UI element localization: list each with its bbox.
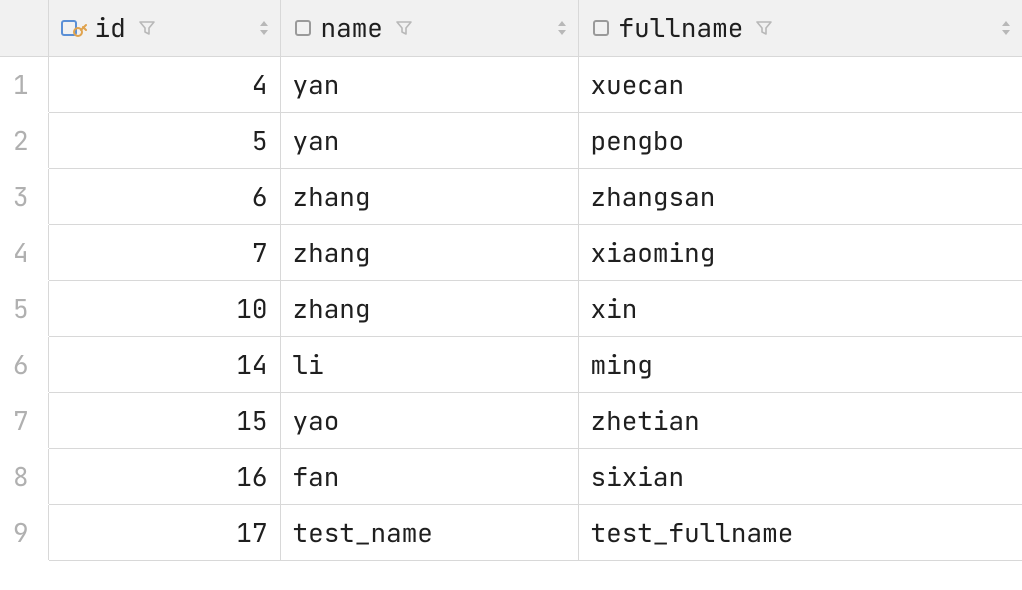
cell-value: 7 xyxy=(49,235,280,270)
row-number[interactable]: 3 xyxy=(0,168,48,224)
cell-name[interactable]: li xyxy=(280,336,578,392)
cell-id[interactable]: 17 xyxy=(48,504,280,560)
row-number[interactable]: 7 xyxy=(0,392,48,448)
cell-value: li xyxy=(281,347,578,382)
gutter-header xyxy=(0,0,48,56)
cell-fullname[interactable]: zhangsan xyxy=(578,168,1022,224)
cell-id[interactable]: 7 xyxy=(48,224,280,280)
cell-value: yan xyxy=(281,123,578,158)
cell-value: xuecan xyxy=(579,67,1022,102)
filter-icon[interactable] xyxy=(755,19,773,37)
cell-fullname[interactable]: pengbo xyxy=(578,112,1022,168)
cell-value: zhang xyxy=(281,291,578,326)
row-number[interactable]: 4 xyxy=(0,224,48,280)
cell-value: 6 xyxy=(49,179,280,214)
cell-value: test_name xyxy=(281,515,578,550)
cell-value: 15 xyxy=(49,403,280,438)
cell-id[interactable]: 14 xyxy=(48,336,280,392)
table-row[interactable]: 816fansixian xyxy=(0,448,1022,504)
row-number[interactable]: 9 xyxy=(0,504,48,560)
cell-value: ming xyxy=(579,347,1022,382)
cell-value: 4 xyxy=(49,67,280,102)
cell-value: zhang xyxy=(281,235,578,270)
cell-value: sixian xyxy=(579,459,1022,494)
cell-id[interactable]: 5 xyxy=(48,112,280,168)
row-number[interactable]: 1 xyxy=(0,56,48,112)
cell-value: zhang xyxy=(281,179,578,214)
cell-name[interactable]: fan xyxy=(280,448,578,504)
cell-id[interactable]: 4 xyxy=(48,56,280,112)
cell-value: pengbo xyxy=(579,123,1022,158)
column-header-fullname[interactable]: fullname xyxy=(578,0,1022,56)
cell-value: 14 xyxy=(49,347,280,382)
cell-name[interactable]: zhang xyxy=(280,280,578,336)
row-number[interactable]: 6 xyxy=(0,336,48,392)
table-row[interactable]: 25yanpengbo xyxy=(0,112,1022,168)
cell-value: yan xyxy=(281,67,578,102)
row-number[interactable]: 8 xyxy=(0,448,48,504)
table-row[interactable]: 47zhangxiaoming xyxy=(0,224,1022,280)
cell-name[interactable]: zhang xyxy=(280,168,578,224)
filter-icon[interactable] xyxy=(395,19,413,37)
column-icon xyxy=(293,18,313,38)
column-label: fullname xyxy=(619,10,744,45)
sort-icon[interactable] xyxy=(556,19,568,37)
filter-icon[interactable] xyxy=(138,19,156,37)
cell-id[interactable]: 15 xyxy=(48,392,280,448)
cell-name[interactable]: yao xyxy=(280,392,578,448)
cell-id[interactable]: 6 xyxy=(48,168,280,224)
sort-icon[interactable] xyxy=(1000,19,1012,37)
cell-name[interactable]: yan xyxy=(280,56,578,112)
cell-fullname[interactable]: ming xyxy=(578,336,1022,392)
table-row[interactable]: 36zhangzhangsan xyxy=(0,168,1022,224)
cell-fullname[interactable]: xin xyxy=(578,280,1022,336)
cell-value: 10 xyxy=(49,291,280,326)
column-header-id[interactable]: id xyxy=(48,0,280,56)
column-header-name[interactable]: name xyxy=(280,0,578,56)
cell-value: fan xyxy=(281,459,578,494)
cell-value: zhangsan xyxy=(579,179,1022,214)
cell-id[interactable]: 10 xyxy=(48,280,280,336)
header-row: id xyxy=(0,0,1022,56)
data-grid: id xyxy=(0,0,1022,561)
cell-fullname[interactable]: xuecan xyxy=(578,56,1022,112)
cell-value: xiaoming xyxy=(579,235,1022,270)
cell-value: yao xyxy=(281,403,578,438)
row-number[interactable]: 2 xyxy=(0,112,48,168)
cell-name[interactable]: zhang xyxy=(280,224,578,280)
cell-value: zhetian xyxy=(579,403,1022,438)
column-icon xyxy=(591,18,611,38)
cell-value: 5 xyxy=(49,123,280,158)
table-row[interactable]: 917test_nametest_fullname xyxy=(0,504,1022,560)
cell-value: 16 xyxy=(49,459,280,494)
cell-id[interactable]: 16 xyxy=(48,448,280,504)
table-row[interactable]: 614liming xyxy=(0,336,1022,392)
cell-fullname[interactable]: test_fullname xyxy=(578,504,1022,560)
cell-value: test_fullname xyxy=(579,515,1022,550)
column-label: id xyxy=(95,10,126,45)
cell-fullname[interactable]: zhetian xyxy=(578,392,1022,448)
column-label: name xyxy=(321,10,383,45)
key-column-icon xyxy=(61,18,87,38)
cell-name[interactable]: yan xyxy=(280,112,578,168)
cell-value: 17 xyxy=(49,515,280,550)
row-number[interactable]: 5 xyxy=(0,280,48,336)
table-row[interactable]: 715yaozhetian xyxy=(0,392,1022,448)
table-row[interactable]: 14yanxuecan xyxy=(0,56,1022,112)
table-row[interactable]: 510zhangxin xyxy=(0,280,1022,336)
sort-icon[interactable] xyxy=(258,19,270,37)
cell-fullname[interactable]: sixian xyxy=(578,448,1022,504)
cell-name[interactable]: test_name xyxy=(280,504,578,560)
cell-value: xin xyxy=(579,291,1022,326)
cell-fullname[interactable]: xiaoming xyxy=(578,224,1022,280)
